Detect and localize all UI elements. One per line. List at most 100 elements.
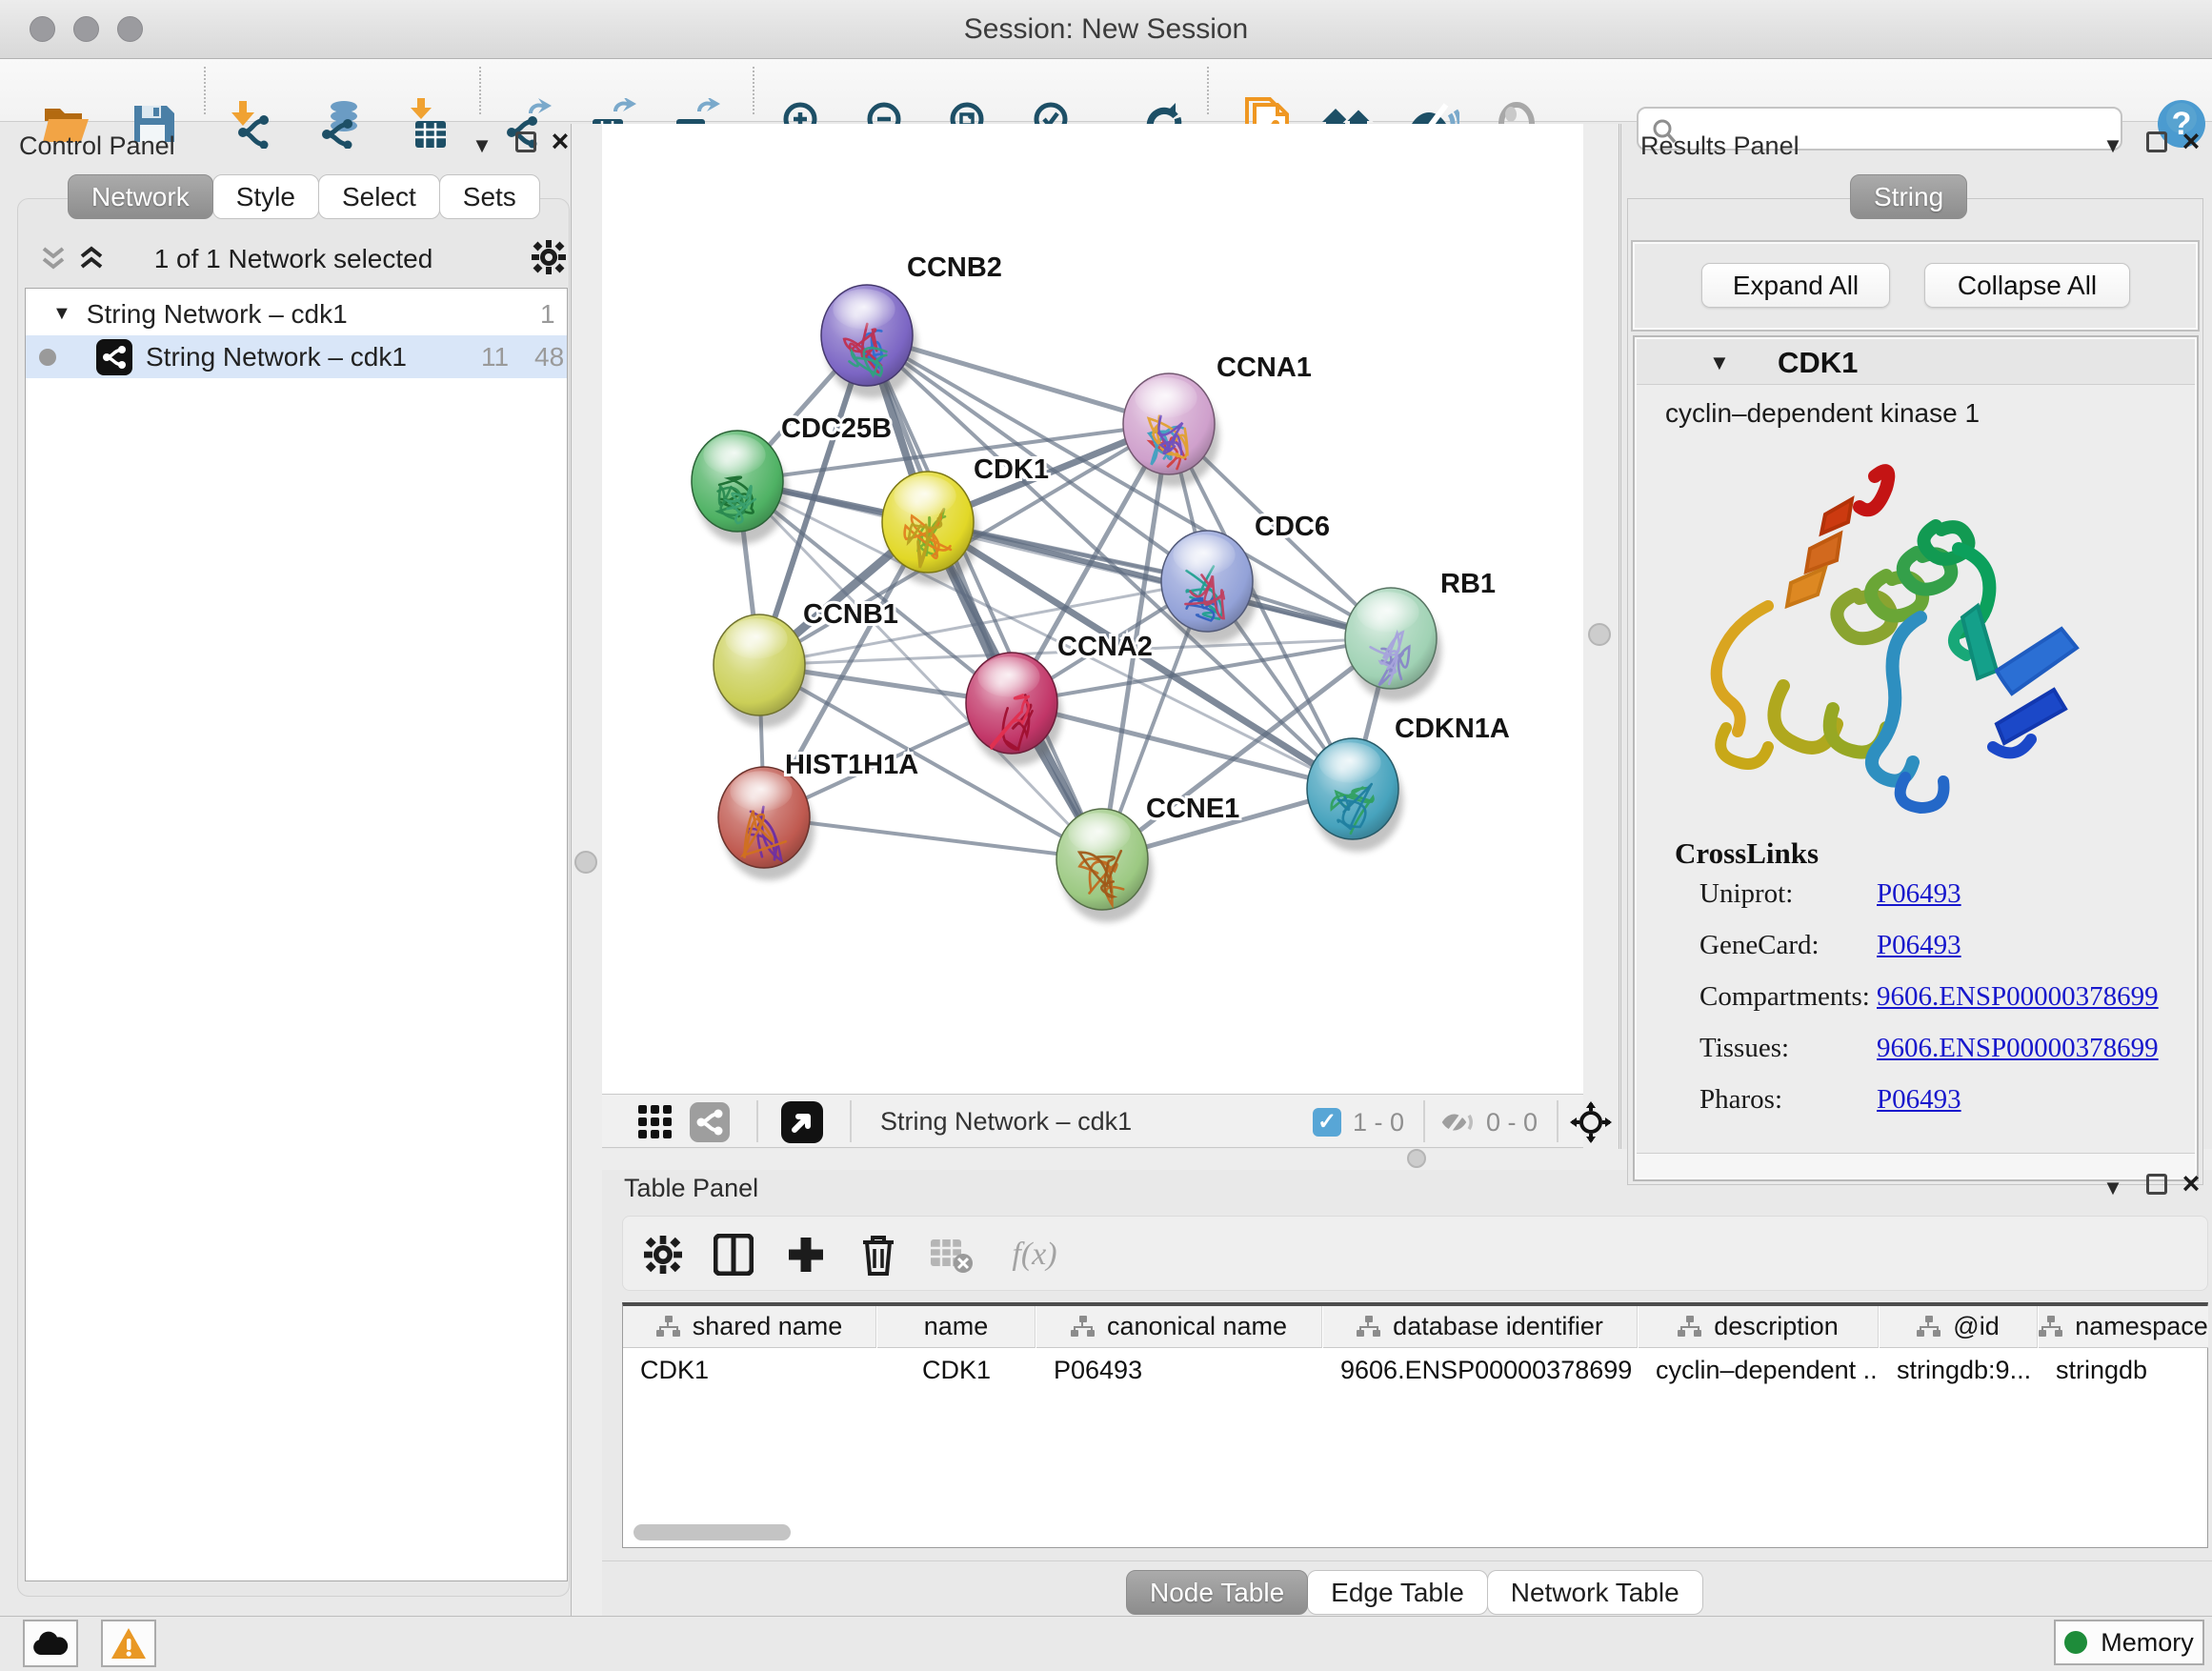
collapse-all-chevron-icon[interactable] — [38, 246, 69, 272]
left-splitter[interactable] — [571, 124, 602, 1616]
crosslink-genecard-link[interactable]: P06493 — [1877, 930, 1961, 961]
table-settings-gear-icon[interactable] — [636, 1228, 690, 1281]
delete-table-icon[interactable] — [924, 1228, 977, 1281]
results-panel-close-icon[interactable]: × — [2172, 124, 2210, 159]
table-panel-close-icon[interactable]: × — [2172, 1166, 2210, 1201]
network-row-selected[interactable]: String Network – cdk1 11 48 — [26, 335, 567, 378]
share-view-icon[interactable] — [690, 1102, 730, 1142]
network-edge[interactable] — [867, 335, 1102, 859]
tab-network[interactable]: Network — [68, 174, 213, 219]
table-panel-menu-caret[interactable]: ▼ — [2094, 1176, 2132, 1200]
right-splitter-handle[interactable] — [1588, 623, 1611, 646]
node-label: CDK1 — [974, 454, 1049, 485]
toolbar-separator — [753, 67, 754, 114]
network-edge[interactable] — [764, 817, 1102, 859]
network-node-cdc6[interactable]: CDC6 — [1161, 512, 1330, 644]
table-cell[interactable]: stringdb — [2039, 1349, 2208, 1391]
tab-string[interactable]: String — [1850, 174, 1967, 219]
network-graph[interactable]: CCNB2CCNA1CDC25BCDK1CDC6RB1CCNB1CCNA2CDK… — [602, 124, 1583, 1094]
function-builder-icon[interactable]: f(x) — [996, 1228, 1073, 1281]
table-horizontal-scrollbar[interactable] — [633, 1524, 791, 1540]
network-node-cdkn1a[interactable]: CDKN1A — [1307, 714, 1510, 852]
column-type-icon — [1357, 1316, 1381, 1339]
select-columns-icon[interactable] — [707, 1228, 760, 1281]
node-table[interactable]: shared name name canonical name database… — [622, 1302, 2208, 1548]
results-panel-menu-caret[interactable]: ▼ — [2094, 133, 2132, 158]
table-cell[interactable]: 9606.ENSP00000378699 — [1323, 1349, 1638, 1391]
results-panel-float-icon[interactable] — [2138, 130, 2176, 159]
column-header-database-identifier[interactable]: database identifier — [1323, 1306, 1638, 1348]
expand-collapse-box: Expand All Collapse All — [1631, 240, 2200, 332]
import-network-database-icon[interactable] — [313, 97, 367, 151]
toolbar-separator — [479, 67, 481, 114]
crosslink-label: Pharos: — [1699, 1084, 1782, 1116]
column-header-id[interactable]: @id — [1880, 1306, 2038, 1348]
table-cell[interactable]: P06493 — [1036, 1349, 1322, 1391]
left-splitter-handle[interactable] — [574, 851, 597, 874]
import-table-file-icon[interactable] — [402, 97, 455, 151]
warnings-button[interactable] — [101, 1620, 156, 1667]
main-toolbar: ? — [0, 59, 2212, 122]
network-canvas[interactable]: CCNB2CCNA1CDC25BCDK1CDC6RB1CCNB1CCNA2CDK… — [602, 124, 1583, 1094]
table-cell[interactable]: stringdb:9... — [1880, 1349, 2038, 1391]
expand-all-chevron-icon[interactable] — [76, 246, 107, 272]
add-column-icon[interactable] — [779, 1228, 833, 1281]
statusbar-separator — [1557, 1100, 1558, 1142]
string-network-icon — [96, 339, 132, 375]
collapse-all-button[interactable]: Collapse All — [1924, 263, 2130, 308]
network-options-gear-icon[interactable] — [532, 240, 566, 274]
column-header-canonical-name[interactable]: canonical name — [1036, 1306, 1322, 1348]
memory-button[interactable]: Memory — [2054, 1620, 2204, 1665]
horizontal-splitter-handle[interactable] — [1407, 1149, 1426, 1168]
table-cell[interactable]: CDK1 — [623, 1349, 876, 1391]
node-label: CDKN1A — [1395, 714, 1510, 744]
cloud-button[interactable] — [23, 1620, 78, 1667]
right-splitter[interactable] — [1583, 124, 1621, 1170]
network-node-hist1h1a[interactable]: HIST1H1A — [718, 750, 918, 880]
network-view-statusbar: String Network – cdk1 ✓ 1 - 0 0 - 0 — [602, 1094, 1583, 1148]
node-label: HIST1H1A — [785, 750, 918, 780]
network-collection-row[interactable]: ▼ String Network – cdk1 1 — [26, 292, 567, 335]
birdseye-view-icon[interactable] — [781, 1101, 823, 1143]
table-cell[interactable]: cyclin–dependent ... — [1639, 1349, 1879, 1391]
tree-expand-caret-icon[interactable]: ▼ — [52, 303, 71, 325]
tab-style[interactable]: Style — [212, 174, 319, 219]
crosslink-pharos-link[interactable]: P06493 — [1877, 1084, 1961, 1116]
column-header-shared-name[interactable]: shared name — [623, 1306, 876, 1348]
entry-scrollbar-track[interactable] — [1637, 1153, 2195, 1178]
tab-edge-table[interactable]: Edge Table — [1307, 1570, 1488, 1615]
entry-collapse-caret-icon[interactable]: ▼ — [1709, 351, 1730, 375]
grid-view-icon[interactable] — [638, 1105, 674, 1139]
column-header-namespace[interactable]: namespace — [2039, 1306, 2208, 1348]
table-panel-title: Table Panel — [624, 1174, 758, 1203]
crosslink-compartments-link[interactable]: 9606.ENSP00000378699 — [1877, 981, 2159, 1013]
crosslink-tissues-link[interactable]: 9606.ENSP00000378699 — [1877, 1033, 2159, 1064]
entry-description: cyclin–dependent kinase 1 — [1665, 398, 1980, 429]
fit-content-crosshair-icon[interactable] — [1570, 1101, 1612, 1143]
node-label: RB1 — [1440, 569, 1496, 599]
table-panel-float-icon[interactable] — [2138, 1172, 2176, 1201]
tab-network-table[interactable]: Network Table — [1487, 1570, 1703, 1615]
network-node-ccna1[interactable]: CCNA1 — [1123, 352, 1312, 487]
control-panel-float-icon[interactable] — [507, 130, 545, 159]
expand-all-button[interactable]: Expand All — [1701, 263, 1890, 308]
column-header-description[interactable]: description — [1639, 1306, 1879, 1348]
import-network-file-icon[interactable] — [225, 97, 278, 151]
network-node-ccne1[interactable]: CCNE1 — [1056, 794, 1239, 922]
table-cell[interactable]: CDK1 — [877, 1349, 1036, 1391]
tab-node-table[interactable]: Node Table — [1126, 1570, 1308, 1615]
delete-column-trash-icon[interactable] — [852, 1228, 905, 1281]
column-header-name[interactable]: name — [877, 1306, 1036, 1348]
network-node-ccnb1[interactable]: CCNB1 — [714, 599, 898, 728]
control-panel-menu-caret[interactable]: ▼ — [463, 133, 501, 158]
result-entry-header[interactable]: ▼ CDK1 — [1637, 339, 2195, 385]
network-node-rb1[interactable]: RB1 — [1345, 569, 1496, 701]
current-network-name: String Network – cdk1 — [880, 1107, 1132, 1137]
selected-items-checkbox-icon[interactable]: ✓ — [1313, 1108, 1341, 1137]
protein-structure-image — [1692, 442, 2092, 823]
hidden-items-eye-icon[interactable] — [1438, 1106, 1477, 1138]
tab-sets[interactable]: Sets — [439, 174, 540, 219]
network-node-cdk1[interactable]: CDK1 — [882, 454, 1049, 585]
crosslink-uniprot-link[interactable]: P06493 — [1877, 878, 1961, 910]
tab-select[interactable]: Select — [318, 174, 440, 219]
